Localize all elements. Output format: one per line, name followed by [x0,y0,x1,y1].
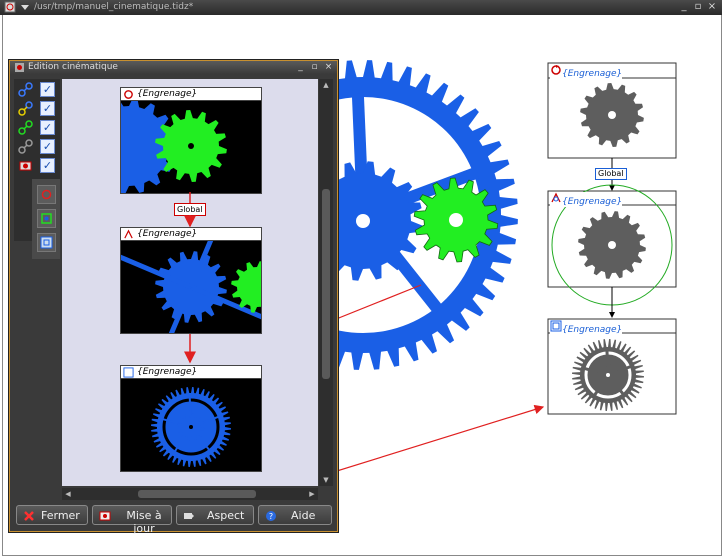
horizontal-scroll-thumb[interactable] [138,490,256,498]
layer-2-checkbox[interactable]: ✓ [40,101,55,116]
layer-row-4[interactable]: ✓ [16,138,58,155]
minimize-window-button[interactable]: _ [678,1,690,13]
gear-link-icon [124,229,133,239]
viewport-node-2-label: {Engrenage} [137,229,198,239]
link-yellow-icon [18,101,33,116]
viewport-node-2-preview [107,203,283,371]
layer-row-5[interactable]: ✓ [16,157,58,174]
update-button[interactable]: Mise à jour [92,505,172,535]
panel-app-icon [15,63,24,72]
frame-icon [123,367,134,378]
panel-maximize-button[interactable]: ▫ [309,61,320,73]
panel-titlebar[interactable]: Edition cinématique _ ▫ × [10,61,337,74]
scroll-up-arrow[interactable]: ▲ [320,79,332,91]
viewport-node-2[interactable]: {Engrenage} [107,203,283,371]
help-icon: ? [266,511,276,521]
help-button[interactable]: ? Aide [258,505,332,525]
viewport-node-3-preview [121,379,261,471]
link-gray-icon [18,139,33,154]
link-blue-icon [18,82,33,97]
canvas-node-3-label: {Engrenage} [550,320,623,335]
link-green-icon [18,120,33,135]
app-icon[interactable] [4,1,16,13]
svg-text:?: ? [269,512,273,521]
layer-1-checkbox[interactable]: ✓ [40,82,55,97]
tool-sidebar [32,179,60,259]
maximize-window-button[interactable]: ▫ [692,1,704,13]
update-icon [99,511,111,521]
gear-tool-icon [41,213,52,224]
vertical-scrollbar[interactable]: ▲ ▼ [319,79,333,486]
canvas-node-1-label: {Engrenage} [550,64,623,79]
canvas-node-2-label: {Engrenage} [550,192,623,207]
viewport-node-2-header: {Engrenage} [121,228,261,241]
layer-5-checkbox[interactable]: ✓ [40,158,55,173]
layer-row-1[interactable]: ✓ [16,81,58,98]
panel-minimize-button[interactable]: _ [295,61,306,73]
rotation-tool-button[interactable] [37,185,56,204]
window-titlebar: /usr/tmp/manuel_cinematique.tidz* _ ▫ × [0,0,722,15]
window-menu-icon[interactable] [19,1,31,13]
layer-row-2[interactable]: ✓ [16,100,58,117]
close-button-label: Fermer [41,509,80,522]
window-title: /usr/tmp/manuel_cinematique.tidz* [34,2,194,12]
frame-tool-button[interactable] [37,233,56,252]
horizontal-scrollbar[interactable]: ◀ ▶ [62,488,318,500]
hierarchy-viewport[interactable]: {Engrenage} Global {Engrenage} {Engrenag… [62,79,318,486]
camera-icon [19,161,32,171]
aspect-icon [184,513,194,519]
canvas-global-tag: Global [595,168,627,180]
vertical-scroll-thumb[interactable] [322,189,330,379]
viewport-node-3-header: {Engrenage} [121,366,261,379]
rotation-tool-icon [41,189,52,200]
kinematics-edit-panel[interactable]: Edition cinématique _ ▫ × ✓ ✓ ✓ ✓ ✓ {Eng… [9,60,338,535]
help-button-label: Aide [291,509,316,522]
layer-4-checkbox[interactable]: ✓ [40,139,55,154]
gear-link-icon [551,192,561,203]
viewport-node-3[interactable]: {Engrenage} [120,365,262,472]
layer-row-3[interactable]: ✓ [16,119,58,136]
close-window-button[interactable]: × [706,1,718,13]
close-button[interactable]: Fermer [16,505,88,525]
panel-close-button[interactable]: × [323,61,334,73]
scroll-left-arrow[interactable]: ◀ [62,488,74,500]
scroll-down-arrow[interactable]: ▼ [320,474,332,486]
layer-3-checkbox[interactable]: ✓ [40,120,55,135]
viewport-node-3-label: {Engrenage} [137,367,198,377]
close-icon [24,511,34,521]
frame-icon [550,320,562,332]
aspect-button-label: Aspect [207,509,245,522]
scroll-right-arrow[interactable]: ▶ [306,488,318,500]
rotation-icon [551,65,561,75]
panel-title: Edition cinématique [28,62,118,72]
aspect-button[interactable]: Aspect [176,505,254,525]
frame-tool-icon [40,236,53,249]
panel-button-bar: Fermer Mise à jour Aspect ? Aide [14,505,334,535]
gear-tool-button[interactable] [37,209,56,228]
update-button-label: Mise à jour [126,509,162,535]
